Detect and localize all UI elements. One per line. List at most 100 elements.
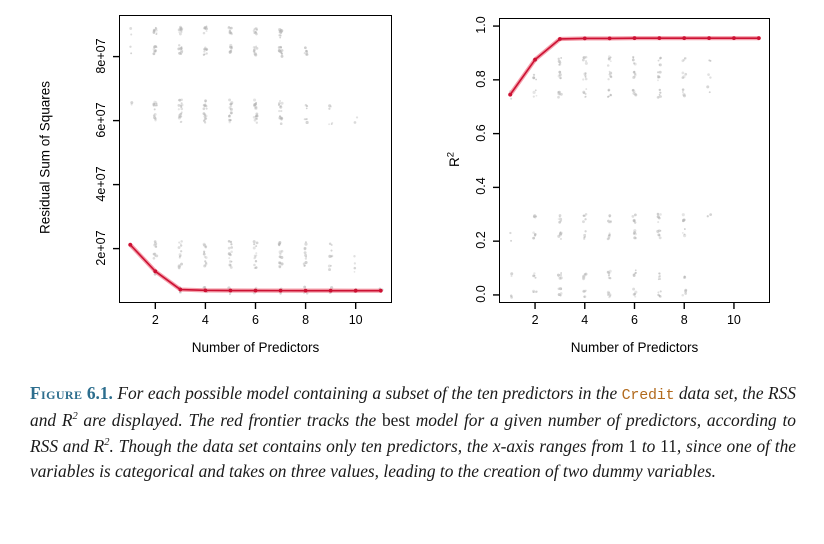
frontier-point	[732, 36, 736, 41]
scatter-point	[632, 55, 635, 59]
frontier-point	[508, 92, 513, 97]
scatter-point	[227, 246, 231, 250]
scatter-point	[255, 101, 258, 104]
scatter-point	[304, 257, 307, 260]
scatter-point	[607, 219, 610, 223]
scatter-point	[278, 250, 282, 254]
scatter-point	[633, 232, 637, 236]
scatter-point	[681, 213, 685, 217]
scatter-point	[632, 293, 636, 296]
scatter-point	[180, 250, 183, 253]
scatter-point	[180, 98, 183, 101]
scatter-point	[252, 29, 256, 33]
scatter-point	[557, 57, 560, 61]
scatter-point	[532, 231, 535, 234]
scatter-point	[277, 103, 281, 106]
scatter-point	[658, 88, 662, 92]
scatter-point	[328, 104, 332, 108]
scatter-point	[584, 95, 587, 98]
frontier-point	[533, 57, 537, 62]
scatter-point	[510, 239, 513, 242]
scatter-point	[535, 290, 538, 293]
scatter-point	[155, 254, 159, 258]
scatter-point	[304, 242, 308, 246]
scatter-point	[585, 60, 588, 63]
x-tick-label: 6	[631, 313, 638, 327]
scatter-point	[634, 271, 637, 274]
scatter-point	[584, 77, 588, 81]
scatter-point	[202, 53, 205, 56]
scatter-point	[152, 52, 156, 56]
scatter-point	[353, 255, 356, 258]
scatter-point	[535, 94, 538, 97]
scatter-point	[682, 58, 686, 62]
scatter-point	[657, 79, 659, 82]
y-tick-label: 0.2	[474, 231, 488, 249]
scatter-point	[584, 289, 587, 292]
scatter-point	[331, 121, 334, 124]
caption-text: are displayed. The red frontier tracks t…	[77, 410, 382, 431]
scatter-point	[278, 265, 282, 269]
caption-text: For each possible model containing a sub…	[112, 383, 622, 403]
scatter-point	[253, 263, 256, 267]
scatter-point	[253, 267, 256, 269]
caption-text: . Though the data set contains only ten …	[109, 435, 629, 456]
scatter-point	[709, 213, 713, 217]
scatter-point	[559, 231, 562, 234]
scatter-point	[634, 290, 638, 294]
scatter-point	[633, 229, 637, 233]
scatter-point	[178, 241, 181, 244]
scatter-point	[179, 104, 183, 108]
scatter-point	[656, 71, 660, 74]
scatter-point	[254, 105, 258, 109]
scatter-point	[204, 260, 207, 263]
scatter-point	[253, 243, 256, 246]
scatter-point	[303, 251, 307, 255]
scatter-point	[130, 52, 133, 55]
scatter-point	[278, 244, 281, 247]
caption-code-term: Credit	[621, 387, 675, 404]
r2-x-axis-title: Number of Predictors	[570, 340, 699, 355]
frontier-point	[278, 288, 283, 293]
scatter-point	[227, 252, 231, 256]
scatter-point	[659, 56, 662, 60]
scatter-point	[305, 120, 309, 125]
y-tick-label: 2e+07	[94, 230, 108, 266]
scatter-point	[280, 54, 284, 58]
scatter-point	[582, 214, 585, 217]
scatter-point	[658, 75, 661, 79]
scatter-point	[557, 92, 561, 96]
scatter-point	[255, 32, 258, 36]
scatter-point	[559, 237, 563, 240]
frontier-point	[153, 269, 158, 274]
scatter-point	[203, 50, 206, 53]
scatter-point	[179, 254, 182, 257]
r2-y-axis-title: R2	[446, 17, 463, 302]
scatter-point	[634, 295, 637, 298]
scatter-point	[203, 255, 207, 259]
scatter-point	[582, 220, 585, 224]
caption-upright-term: 11	[660, 435, 677, 456]
scatter-point	[657, 59, 660, 62]
scatter-point	[709, 59, 712, 62]
scatter-point	[583, 273, 587, 276]
scatter-point	[328, 242, 332, 246]
scatter-point	[253, 52, 257, 56]
scatter-point	[658, 275, 661, 279]
scatter-point	[607, 235, 611, 238]
frontier-point	[378, 288, 383, 293]
scatter-point	[607, 291, 611, 295]
scatter-point	[203, 48, 206, 51]
y-tick-label: 0.4	[474, 177, 488, 196]
scatter-point	[303, 118, 306, 121]
scatter-point	[609, 60, 612, 63]
scatter-point	[632, 273, 635, 276]
scatter-point	[683, 275, 686, 278]
scatter-point	[154, 26, 157, 29]
scatter-point	[707, 73, 710, 76]
scatter-point	[559, 217, 563, 221]
scatter-point	[709, 76, 712, 79]
scatter-point	[582, 90, 586, 94]
scatter-point	[533, 234, 537, 237]
frontier-point	[128, 242, 133, 247]
